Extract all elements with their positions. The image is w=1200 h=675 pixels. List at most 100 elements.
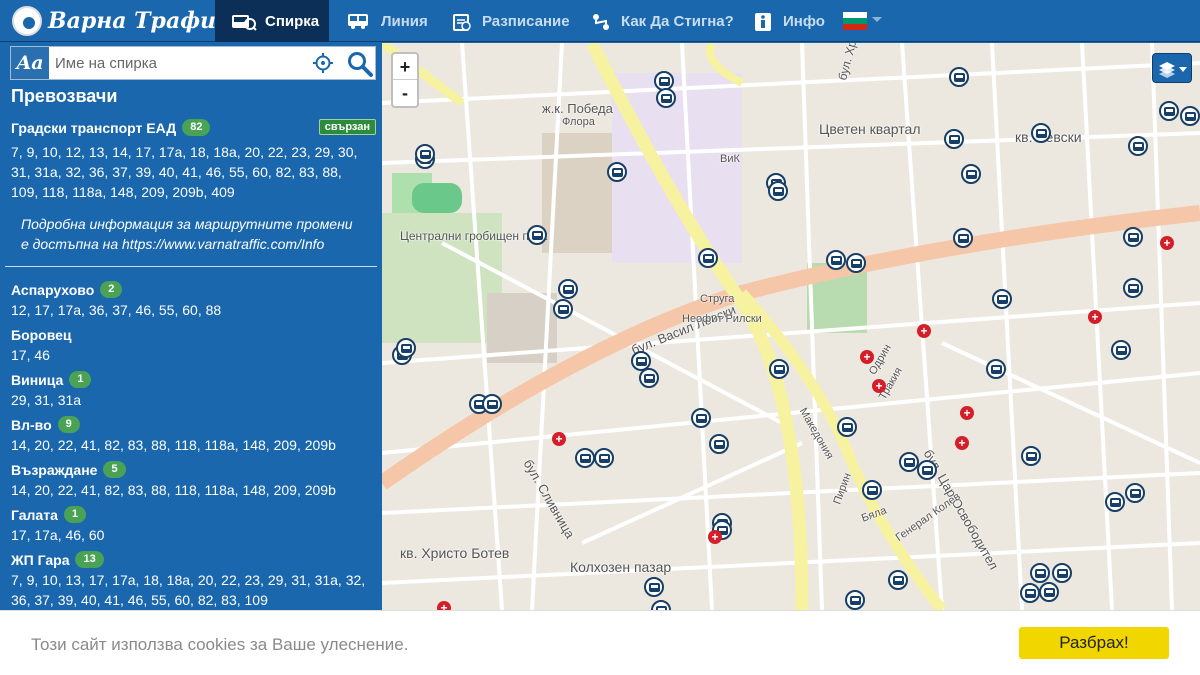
bus-stop-marker-icon[interactable]	[992, 289, 1012, 309]
operator-item[interactable]: Градски транспорт ЕАД 82 свързан 7, 9, 10…	[0, 117, 382, 202]
locate-icon[interactable]	[313, 53, 333, 73]
pharmacy-marker-icon[interactable]: +	[708, 530, 722, 544]
operator-item[interactable]: Аспарухово 2 12, 17, 17а, 36, 37, 46, 55,…	[0, 279, 382, 320]
bus-stop-marker-icon[interactable]	[1021, 446, 1041, 466]
bus-stop-marker-icon[interactable]	[575, 448, 595, 468]
bus-stop-marker-icon[interactable]	[949, 67, 969, 87]
cookie-accept-button[interactable]: Разбрах!	[1019, 627, 1169, 659]
tab-schedule[interactable]: Разписание	[452, 0, 570, 42]
operator-item[interactable]: Галата 1 17, 17а, 46, 60	[0, 504, 382, 545]
pharmacy-marker-icon[interactable]: +	[1088, 310, 1102, 324]
zoom-in-button[interactable]: +	[393, 54, 417, 80]
bus-stop-marker-icon[interactable]	[917, 460, 937, 480]
app-title: Варна Трафик	[48, 8, 231, 34]
bus-stop-marker-icon[interactable]	[639, 368, 659, 388]
bus-stop-marker-icon[interactable]	[607, 162, 627, 182]
bus-stop-marker-icon[interactable]	[768, 181, 788, 201]
operator-item[interactable]: Вл-во 9 14, 20, 22, 41, 82, 83, 88, 118, …	[0, 414, 382, 455]
vehicle-count-badge: 13	[75, 551, 104, 568]
pharmacy-marker-icon[interactable]: +	[1160, 236, 1174, 250]
schedule-icon	[452, 13, 472, 31]
bus-stop-marker-icon[interactable]	[888, 570, 908, 590]
bus-stop-marker-icon[interactable]	[1052, 563, 1072, 583]
operator-item[interactable]: Боровец 17, 46	[0, 324, 382, 365]
operator-item[interactable]: Възраждане 5 14, 20, 22, 41, 82, 83, 88, …	[0, 459, 382, 500]
sidebar: Aa Превозвачи Градски транспорт ЕАД 82 св…	[0, 43, 382, 613]
vehicle-count-badge: 82	[182, 119, 211, 136]
map-label: Флора	[562, 116, 595, 128]
bus-stop-marker-icon[interactable]	[862, 480, 882, 500]
bus-stop-marker-icon[interactable]	[899, 452, 919, 472]
pharmacy-marker-icon[interactable]: +	[955, 436, 969, 450]
pharmacy-marker-icon[interactable]: +	[552, 432, 566, 446]
map-view[interactable]: ж.к. Победа Цветен квартал кв. Левски Центр…	[382, 43, 1200, 610]
bus-stop-marker-icon[interactable]	[1123, 278, 1143, 298]
bus-stop-marker-icon[interactable]	[1105, 492, 1125, 512]
stop-search-input[interactable]	[51, 47, 307, 79]
bus-stop-marker-icon[interactable]	[826, 250, 846, 270]
operator-item[interactable]: Виница 1 29, 31, 31а	[0, 369, 382, 410]
bus-stop-marker-icon[interactable]	[644, 577, 664, 597]
bus-stop-marker-icon[interactable]	[1123, 227, 1143, 247]
bus-stop-marker-icon[interactable]	[1020, 583, 1040, 603]
bus-stop-marker-icon[interactable]	[415, 144, 435, 164]
pharmacy-marker-icon[interactable]: +	[872, 379, 886, 393]
bus-stop-marker-icon[interactable]	[1159, 101, 1179, 121]
bus-stop-marker-icon[interactable]	[553, 299, 573, 319]
bus-stop-marker-icon[interactable]	[656, 88, 676, 108]
tab-stop[interactable]: Спирка	[215, 0, 329, 42]
bus-stop-marker-icon[interactable]	[558, 279, 578, 299]
logo-icon	[12, 6, 42, 36]
tab-info-label: Инфо	[783, 12, 825, 30]
pharmacy-marker-icon[interactable]: +	[960, 406, 974, 420]
map-label: кв. Христо Ботев	[400, 545, 510, 561]
chevron-down-icon[interactable]	[872, 17, 882, 27]
bus-stop-marker-icon[interactable]	[953, 228, 973, 248]
pharmacy-marker-icon[interactable]: +	[860, 350, 874, 364]
bus-stop-marker-icon[interactable]	[961, 164, 981, 184]
map-label: Цветен квартал	[819, 121, 921, 137]
bus-stop-marker-icon[interactable]	[1180, 106, 1200, 126]
bus-stop-marker-icon[interactable]	[1031, 123, 1051, 143]
bus-stop-marker-icon[interactable]	[698, 248, 718, 268]
search-icon[interactable]	[347, 51, 373, 77]
bus-stop-marker-icon[interactable]	[944, 129, 964, 149]
bus-stop-marker-icon[interactable]	[1030, 563, 1050, 583]
bus-stop-marker-icon[interactable]	[846, 253, 866, 273]
vehicle-count-badge: 5	[103, 461, 126, 478]
bus-stop-marker-icon[interactable]	[594, 448, 614, 468]
map-label: Колхозен пазар	[570, 559, 672, 575]
bus-stop-marker-icon[interactable]	[1128, 136, 1148, 156]
bus-stop-marker-icon[interactable]	[709, 434, 729, 454]
operator-lines: 17, 17а, 46, 60	[11, 527, 105, 543]
bus-stop-marker-icon[interactable]	[1039, 582, 1059, 602]
bus-stop-marker-icon[interactable]	[986, 359, 1006, 379]
map-label: ВиК	[720, 153, 740, 165]
bus-stop-marker-icon[interactable]	[396, 338, 416, 358]
font-toggle-button[interactable]: Aa	[11, 47, 49, 79]
tab-route[interactable]: Как Да Стигна?	[591, 0, 734, 42]
pharmacy-marker-icon[interactable]: +	[437, 601, 451, 610]
bus-stop-marker-icon[interactable]	[1125, 483, 1145, 503]
tab-line[interactable]: Линия	[347, 0, 428, 42]
info-icon	[753, 13, 773, 31]
status-badge: свързан	[318, 119, 376, 135]
bus-stop-marker-icon[interactable]	[691, 408, 711, 428]
zoom-out-button[interactable]: -	[393, 80, 417, 106]
vehicle-count-badge: 2	[100, 281, 123, 298]
bus-stop-marker-icon[interactable]	[837, 417, 857, 437]
bus-stop-marker-icon[interactable]	[527, 225, 547, 245]
bulgarian-flag-icon[interactable]	[843, 12, 867, 30]
tab-info[interactable]: Инфо	[753, 0, 825, 42]
pharmacy-marker-icon[interactable]: +	[917, 324, 931, 338]
bus-stop-marker-icon[interactable]	[769, 359, 789, 379]
bus-stop-marker-icon[interactable]	[845, 590, 865, 610]
bus-stop-marker-icon[interactable]	[482, 394, 502, 414]
layers-button[interactable]	[1152, 53, 1192, 83]
stop-search-bar: Aa	[10, 46, 376, 80]
bus-stop-marker-icon[interactable]	[1111, 340, 1131, 360]
operator-lines: 14, 20, 22, 41, 82, 83, 88, 118, 118а, 1…	[11, 482, 336, 498]
app-logo[interactable]: Варна Трафик	[12, 5, 231, 37]
operator-item[interactable]: ЖП Гара 13 7, 9, 10, 13, 17, 17а, 18, 18а…	[0, 549, 382, 610]
operator-name: Аспарухово	[11, 281, 95, 298]
